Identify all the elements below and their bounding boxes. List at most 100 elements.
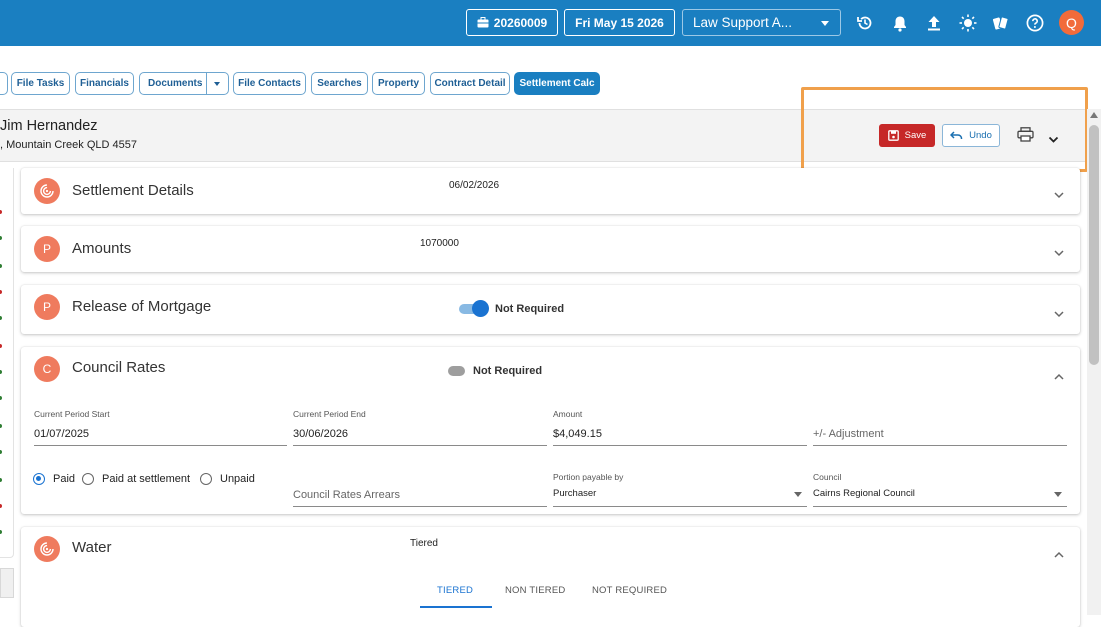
amount-field[interactable]: $4,049.15: [553, 428, 602, 440]
amounts-card[interactable]: P Amounts 1070000: [21, 226, 1080, 272]
field-label: Amount: [553, 409, 583, 419]
tab-label: Searches: [317, 78, 362, 89]
left-side-panel: [0, 168, 14, 558]
status-dot: [0, 236, 2, 240]
chevron-down-icon[interactable]: [214, 82, 220, 86]
file-number-button[interactable]: 20260009: [466, 9, 558, 36]
status-dot: [0, 396, 2, 400]
arrears-field[interactable]: Council Rates Arrears: [293, 489, 400, 501]
council-rates-card: C Council Rates Not Required Current Per…: [21, 347, 1080, 514]
file-number-label: 20260009: [493, 15, 548, 30]
portion-payable-select[interactable]: Purchaser: [553, 488, 596, 499]
tab-label: File Tasks: [16, 78, 65, 89]
date-label: Fri May 15 2026: [575, 15, 664, 30]
council-rates-toggle[interactable]: [448, 365, 466, 377]
firm-select[interactable]: Law Support A...: [682, 9, 841, 36]
toggle-track: [448, 366, 465, 376]
chevron-down-icon: [821, 21, 829, 26]
target-icon: [34, 178, 60, 204]
badge-letter: P: [42, 300, 51, 314]
scrollbar-thumb[interactable]: [1089, 125, 1099, 365]
status-dot: [0, 478, 2, 482]
radio-paid[interactable]: [33, 473, 45, 485]
field-label: Current Period End: [293, 409, 366, 419]
field-underline: [293, 445, 547, 446]
help-icon[interactable]: [1025, 13, 1045, 33]
tab-property[interactable]: Property: [372, 72, 425, 95]
left-side-box: [0, 568, 14, 598]
radio-unpaid[interactable]: [200, 473, 212, 485]
field-underline: [293, 506, 547, 507]
status-dot: [0, 210, 2, 214]
tab-previous[interactable]: [0, 72, 8, 95]
tab-label: Documents: [148, 78, 203, 89]
tab-label: Financials: [80, 78, 129, 89]
cards-icon[interactable]: [991, 13, 1011, 33]
settlement-date: 06/02/2026: [449, 180, 500, 191]
client-address: , Mountain Creek QLD 4557: [0, 139, 137, 151]
adjustment-field[interactable]: +/- Adjustment: [813, 428, 884, 440]
chevron-up-icon[interactable]: [1054, 545, 1064, 558]
tab-financials[interactable]: Financials: [75, 72, 134, 95]
field-label: Portion payable by: [553, 472, 624, 482]
tab-tiered[interactable]: TIERED: [437, 585, 473, 596]
bell-icon[interactable]: [890, 13, 910, 33]
tab-contract-detail[interactable]: Contract Detail: [430, 72, 510, 95]
tab-settlement-calc[interactable]: Settlement Calc: [514, 72, 600, 95]
chevron-down-icon[interactable]: [1054, 244, 1064, 257]
field-underline: [813, 445, 1067, 446]
settlement-details-card[interactable]: Settlement Details 06/02/2026: [21, 168, 1080, 214]
avatar[interactable]: Q: [1059, 10, 1084, 35]
water-card: Water Tiered: [21, 527, 1080, 627]
badge-letter: C: [42, 362, 52, 376]
status-dot: [0, 530, 2, 534]
chevron-down-icon[interactable]: [1054, 492, 1062, 497]
field-underline: [34, 445, 287, 446]
radio-label: Unpaid: [220, 473, 255, 485]
council-select[interactable]: Cairns Regional Council: [813, 488, 915, 499]
field-label: Current Period Start: [34, 409, 110, 419]
highlight-box: [801, 87, 1088, 172]
chevron-down-icon[interactable]: [1054, 186, 1064, 199]
section-badge: C: [34, 356, 60, 382]
active-tab-indicator: [420, 606, 492, 608]
status-dot: [0, 264, 2, 268]
status-dot: [0, 290, 2, 294]
release-of-mortgage-card[interactable]: P Release of Mortgage Not Required: [21, 285, 1080, 334]
toggle-label: Not Required: [495, 303, 565, 315]
tab-label: Property: [377, 78, 420, 89]
tab-non-tiered[interactable]: NON TIERED: [505, 585, 565, 596]
tab-label: Settlement Calc: [519, 78, 595, 89]
brightness-icon[interactable]: [958, 13, 978, 33]
avatar-initial: Q: [1066, 14, 1077, 31]
toggle-label: Not Required: [473, 365, 543, 377]
status-dot: [0, 424, 2, 428]
briefcase-icon: [477, 17, 489, 28]
chevron-up-icon[interactable]: [1054, 367, 1064, 380]
section-title: Water: [72, 539, 112, 556]
tab-not-required[interactable]: NOT REQUIRED: [592, 585, 667, 596]
tab-documents[interactable]: Documents: [139, 72, 229, 95]
target-icon: [34, 536, 60, 562]
section-badge: P: [34, 294, 60, 320]
tab-searches[interactable]: Searches: [311, 72, 368, 95]
badge-letter: P: [42, 242, 51, 256]
firm-select-value: Law Support A...: [693, 15, 793, 30]
history-icon[interactable]: [855, 13, 875, 33]
scroll-up-arrow-icon[interactable]: [1090, 112, 1098, 118]
tab-label: Contract Detail: [434, 78, 506, 89]
release-of-mortgage-toggle[interactable]: [459, 300, 489, 317]
tab-file-contacts[interactable]: File Contacts: [233, 72, 306, 95]
period-end-field[interactable]: 30/06/2026: [293, 428, 348, 440]
radio-paid-at-settlement[interactable]: [82, 473, 94, 485]
upload-icon[interactable]: [924, 13, 944, 33]
period-start-field[interactable]: 01/07/2025: [34, 428, 89, 440]
radio-label: Paid: [53, 473, 76, 485]
date-button[interactable]: Fri May 15 2026: [564, 9, 675, 36]
tab-label: File Contacts: [238, 78, 301, 89]
status-dot: [0, 370, 2, 374]
chevron-down-icon[interactable]: [1054, 305, 1064, 318]
chevron-down-icon[interactable]: [794, 492, 802, 497]
amount-value: 1070000: [420, 238, 459, 249]
tab-file-tasks[interactable]: File Tasks: [11, 72, 70, 95]
